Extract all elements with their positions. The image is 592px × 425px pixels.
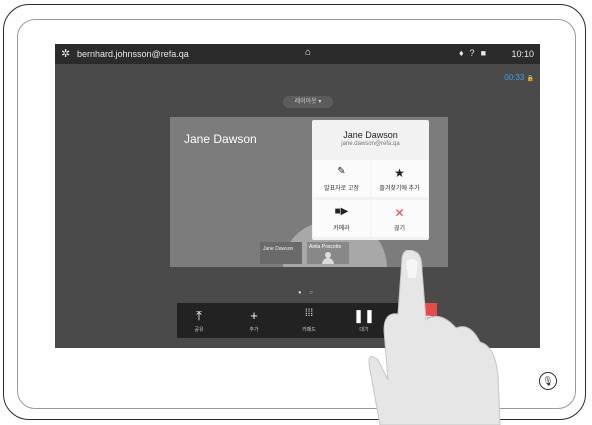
lightbulb-icon[interactable]: ♦ <box>459 48 470 58</box>
gear-icon[interactable]: ✲ <box>61 47 70 60</box>
share-button[interactable]: ⤒ 공유 <box>179 303 219 338</box>
thumbnail-label: Jane Dawson <box>263 246 294 252</box>
keypad-icon: ⁞⁞⁞ <box>304 308 314 319</box>
thumbnail-jane[interactable]: Jane Dawson <box>260 242 302 264</box>
share-label: 공유 <box>194 327 204 333</box>
user-account[interactable]: bernhard.johnsson@refa.qa <box>77 49 189 59</box>
call-timer: 00:33 🔒 <box>504 73 534 82</box>
share-icon: ⤒ <box>196 308 202 323</box>
camera-button[interactable]: ■▶ 카메라 <box>313 200 370 237</box>
popup-name: Jane Dawson <box>343 130 398 140</box>
add-label: 추가 <box>249 327 259 333</box>
help-icon[interactable]: ? <box>470 48 481 58</box>
participant-name: Jane Dawson <box>184 132 257 146</box>
camera-label: 카메라 <box>333 226 350 232</box>
pin-icon: ✎ <box>337 166 346 177</box>
pointing-hand-illustration <box>368 250 501 425</box>
layout-button[interactable]: 레이아웃 ▾ <box>283 96 333 108</box>
page-indicator: ● ○ <box>298 290 316 296</box>
mic-mute-icon[interactable]: 🎙 <box>539 372 557 390</box>
camera-icon: ■▶ <box>334 206 349 217</box>
add-button[interactable]: + 추가 <box>234 303 274 338</box>
disconnect-label: 끊기 <box>393 226 406 232</box>
disconnect-button[interactable]: ✕ 끊기 <box>371 200 428 237</box>
pin-label: 발표자로 고정 <box>324 186 359 192</box>
keypad-label: 키패드 <box>302 327 316 333</box>
add-favorite-button[interactable]: ★ 즐겨찾기에 추가 <box>371 160 428 197</box>
keypad-button[interactable]: ⁞⁞⁞ 키패드 <box>289 303 329 338</box>
add-icon: + <box>250 308 258 323</box>
status-bar: ✲ bernhard.johnsson@refa.qa ⌂ ♦?■ 10:10 <box>55 44 540 64</box>
pin-speaker-button[interactable]: ✎ 발표자로 고정 <box>313 160 370 197</box>
selfview-icon[interactable]: ■ <box>481 48 492 58</box>
home-icon[interactable]: ⌂ <box>305 47 311 58</box>
close-icon: ✕ <box>394 206 405 220</box>
participant-popup: Jane Dawson jane.dawson@refa.qa ✎ 발표자로 고… <box>312 120 429 240</box>
favorite-label: 즐겨찾기에 추가 <box>379 186 420 192</box>
popup-email: jane.dawson@refa.qa <box>341 141 400 147</box>
lock-icon: 🔒 <box>526 76 534 82</box>
star-icon: ★ <box>394 166 405 180</box>
status-icons: ♦?■ <box>459 48 492 58</box>
clock: 10:10 <box>511 49 534 59</box>
